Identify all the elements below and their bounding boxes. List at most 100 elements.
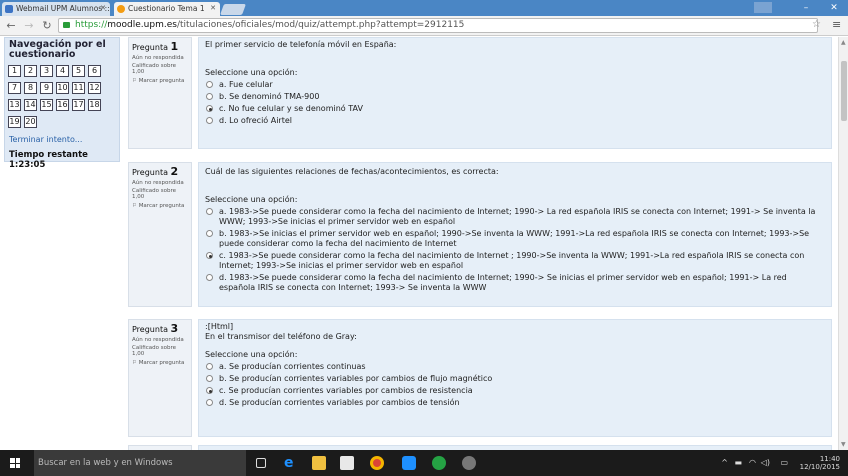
question-number: Pregunta 1 — [132, 40, 179, 53]
answer-option[interactable]: d. Se producían corrientes variables por… — [205, 398, 825, 408]
wifi-icon[interactable]: ◠ — [749, 458, 756, 467]
answer-option[interactable]: c. 1983->Se puede considerar como la fec… — [205, 251, 825, 271]
forward-arrow-icon[interactable]: → — [22, 19, 36, 32]
question-status: Aún no respondida — [132, 180, 184, 186]
question-score: Calificado sobre 1,00 — [132, 188, 176, 200]
scrollbar-thumb[interactable] — [841, 61, 847, 121]
user-profile-icon[interactable] — [754, 2, 772, 13]
answer-option-label: b. 1983->Se inicias el primer servidor w… — [219, 229, 810, 248]
flag-icon: ⚐ — [132, 360, 137, 366]
question-score: Calificado sobre 1,00 — [132, 63, 176, 75]
flag-question-link[interactable]: ⚐ Marcar pregunta — [132, 203, 188, 209]
windows-start-icon[interactable] — [10, 458, 20, 468]
question-number: Pregunta 3 — [132, 322, 179, 335]
question-text: En el transmisor del teléfono de Gray: — [205, 332, 357, 341]
nav-question-18[interactable]: 18 — [88, 99, 101, 111]
page-scrollbar[interactable]: ▲ ▼ — [838, 37, 848, 450]
nav-question-11[interactable]: 11 — [72, 82, 85, 94]
nav-question-6[interactable]: 6 — [88, 65, 101, 77]
nav-question-19[interactable]: 19 — [8, 116, 21, 128]
nav-question-3[interactable]: 3 — [40, 65, 53, 77]
flag-question-link[interactable]: ⚐ Marcar pregunta — [132, 78, 188, 84]
finish-attempt-link[interactable]: Terminar intento... — [9, 135, 82, 144]
nav-question-14[interactable]: 14 — [24, 99, 37, 111]
nav-question-13[interactable]: 13 — [8, 99, 21, 111]
question-2: Pregunta 2 Aún no respondida Calificado … — [128, 162, 832, 307]
answer-option[interactable]: a. Se producían corrientes continuas — [205, 362, 825, 372]
nav-question-4[interactable]: 4 — [56, 65, 69, 77]
radio-button[interactable] — [206, 399, 213, 406]
nav-question-12[interactable]: 12 — [88, 82, 101, 94]
answer-option[interactable]: c. Se producían corrientes variables por… — [205, 386, 825, 396]
nav-question-1[interactable]: 1 — [8, 65, 21, 77]
radio-button[interactable] — [206, 105, 213, 112]
nav-question-7[interactable]: 7 — [8, 82, 21, 94]
answer-option[interactable]: a. Fue celular — [205, 80, 825, 90]
scroll-up-icon[interactable]: ▲ — [841, 39, 846, 46]
file-explorer-icon[interactable] — [312, 456, 326, 470]
tab-webmail[interactable]: Webmail UPM Alumnos :: ✕ — [2, 2, 110, 16]
answer-option-label: a. 1983->Se puede considerar como la fec… — [219, 207, 816, 226]
nav-question-15[interactable]: 15 — [40, 99, 53, 111]
answer-option[interactable]: b. 1983->Se inicias el primer servidor w… — [205, 229, 825, 249]
edge-icon[interactable]: e — [284, 456, 298, 470]
close-window-icon[interactable]: ✕ — [820, 0, 848, 16]
radio-button[interactable] — [206, 274, 213, 281]
answer-option[interactable]: a. 1983->Se puede considerar como la fec… — [205, 207, 825, 227]
skype-icon[interactable] — [402, 456, 416, 470]
store-icon[interactable] — [340, 456, 354, 470]
whatsapp-icon[interactable] — [432, 456, 446, 470]
radio-button[interactable] — [206, 363, 213, 370]
notifications-icon[interactable]: ▭ — [780, 458, 788, 467]
bookmark-star-icon[interactable]: ☆ — [812, 19, 821, 30]
address-bar[interactable]: https://moodle.upm.es/titulaciones/ofici… — [58, 18, 818, 33]
tab-quiz[interactable]: Cuestionario Tema 1 ✕ — [114, 2, 220, 16]
task-view-icon[interactable] — [256, 458, 266, 468]
nav-question-9[interactable]: 9 — [40, 82, 53, 94]
answer-option[interactable]: d. Lo ofreció Airtel — [205, 116, 825, 126]
answer-option[interactable]: c. No fue celular y se denominó TAV — [205, 104, 825, 114]
radio-button[interactable] — [206, 252, 213, 259]
chrome-icon[interactable] — [370, 456, 384, 470]
menu-icon[interactable]: ≡ — [832, 18, 841, 31]
scroll-down-icon[interactable]: ▼ — [841, 441, 846, 448]
battery-icon[interactable]: ▬ — [734, 458, 742, 467]
reload-icon[interactable]: ↻ — [40, 19, 54, 32]
answer-option[interactable]: d. 1983->Se puede considerar como la fec… — [205, 273, 825, 293]
select-option-prompt: Seleccione una opción: — [205, 68, 298, 77]
radio-button[interactable] — [206, 208, 213, 215]
clock[interactable]: 11:40 12/10/2015 — [800, 455, 840, 471]
back-arrow-icon[interactable]: ← — [4, 19, 18, 32]
answer-option[interactable]: b. Se producían corrientes variables por… — [205, 374, 825, 384]
nav-question-8[interactable]: 8 — [24, 82, 37, 94]
new-tab-button[interactable] — [219, 4, 247, 15]
radio-button[interactable] — [206, 93, 213, 100]
answer-option-label: a. Fue celular — [219, 80, 273, 89]
radio-button[interactable] — [206, 117, 213, 124]
clock-date: 12/10/2015 — [799, 463, 840, 471]
radio-button[interactable] — [206, 375, 213, 382]
question-3: Pregunta 3 Aún no respondida Calificado … — [128, 319, 832, 437]
flag-question-link[interactable]: ⚐ Marcar pregunta — [132, 360, 188, 366]
answer-option[interactable]: b. Se denominó TMA-900 — [205, 92, 825, 102]
nav-question-16[interactable]: 16 — [56, 99, 69, 111]
app-icon[interactable] — [462, 456, 476, 470]
radio-button[interactable] — [206, 230, 213, 237]
close-icon[interactable]: ✕ — [210, 4, 216, 12]
close-icon[interactable]: ✕ — [100, 4, 106, 12]
taskbar-search[interactable]: Buscar en la web y en Windows — [34, 450, 246, 476]
radio-button[interactable] — [206, 81, 213, 88]
question-text: El primer servicio de telefonía móvil en… — [205, 40, 397, 49]
nav-question-2[interactable]: 2 — [24, 65, 37, 77]
radio-button[interactable] — [206, 387, 213, 394]
chevron-up-icon[interactable]: ^ — [721, 458, 728, 467]
nav-question-20[interactable]: 20 — [24, 116, 37, 128]
nav-question-10[interactable]: 10 — [56, 82, 69, 94]
answer-option-label: a. Se producían corrientes continuas — [219, 362, 366, 371]
minimize-icon[interactable]: – — [792, 0, 820, 16]
moodle-favicon-icon — [117, 5, 125, 13]
answer-option-label: c. 1983->Se puede considerar como la fec… — [219, 251, 805, 270]
nav-question-5[interactable]: 5 — [72, 65, 85, 77]
volume-icon[interactable]: ◁) — [761, 458, 770, 467]
nav-question-17[interactable]: 17 — [72, 99, 85, 111]
